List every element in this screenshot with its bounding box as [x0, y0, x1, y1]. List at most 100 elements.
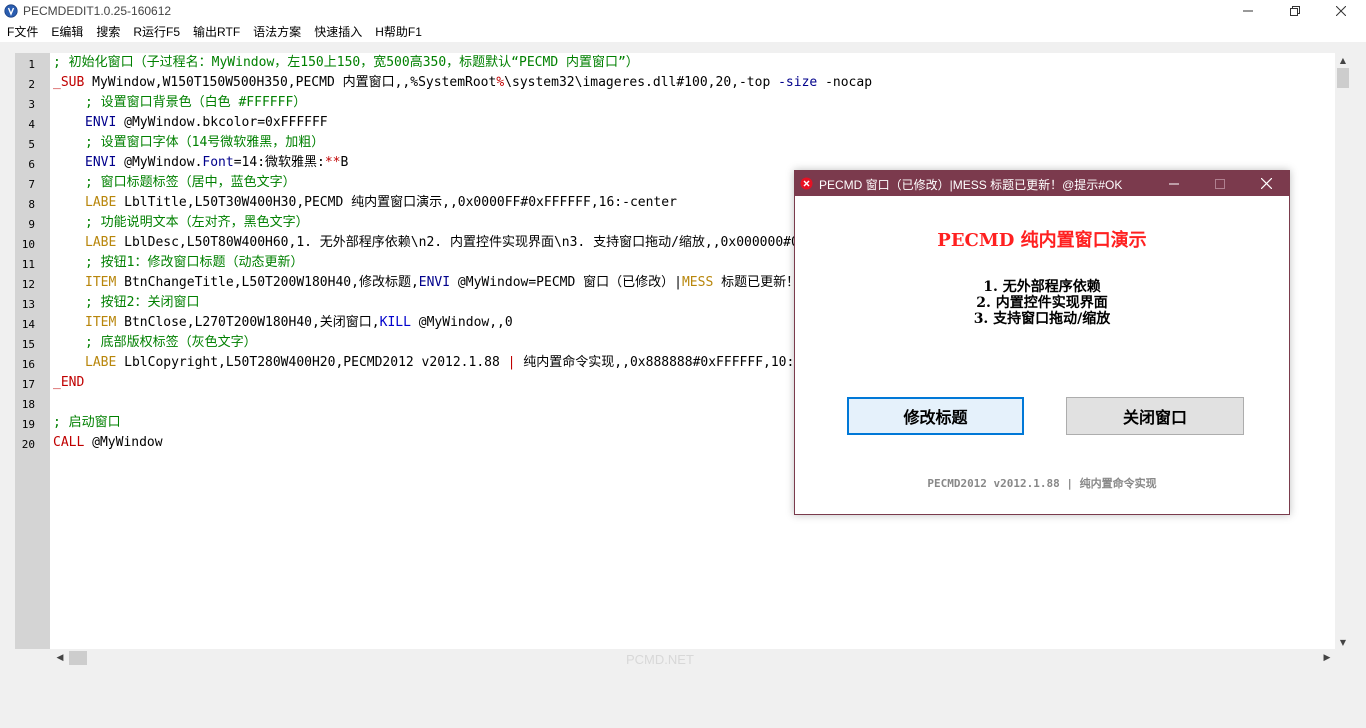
code-line: ; 设置窗口字体（14号微软雅黑，加粗）	[85, 133, 324, 153]
code-line: CALL @MyWindow	[53, 433, 163, 453]
close-window-button[interactable]: 关闭窗口	[1066, 397, 1244, 435]
popup-desc-line: 3. 支持窗口拖动/缩放	[973, 311, 1111, 327]
code-comment: ; 功能说明文本（左对齐，黑色文字）	[85, 215, 309, 230]
scroll-left-button[interactable]: ◀	[52, 649, 68, 667]
code-line: ; 按钮1：修改窗口标题（动态更新）	[85, 253, 303, 273]
line-number: 4	[28, 118, 35, 131]
menu-syntax-scheme[interactable]: 语法方案	[246, 22, 307, 42]
code-comment: ; 窗口标题标签（居中，蓝色文字）	[85, 175, 296, 190]
line-number: 1	[28, 58, 35, 71]
code-text: @MyWindow.bkcolor=0xFFFFFF	[116, 115, 328, 130]
code-keyword: ENVI	[418, 275, 451, 290]
code-line: ; 按钮2：关闭窗口	[85, 293, 199, 313]
change-title-button[interactable]: 修改标题	[847, 397, 1024, 435]
code-keyword: CALL	[53, 435, 85, 450]
popup-heading: PECMD 纯内置窗口演示	[937, 230, 1147, 251]
close-button[interactable]	[1318, 0, 1364, 22]
line-number: 20	[21, 438, 35, 451]
code-text: BtnClose,L270T200W180H40,关闭窗口,	[116, 315, 380, 330]
code-line: ; 功能说明文本（左对齐，黑色文字）	[85, 213, 309, 233]
code-line: ; 设置窗口背景色（白色 #FFFFFF）	[85, 93, 306, 113]
popup-close-button[interactable]	[1243, 171, 1289, 196]
line-number: 10	[21, 238, 35, 251]
code-text: MyWindow,W150T150W500H350,PECMD 内置窗口,,%S…	[84, 75, 497, 90]
code-comment: ; 初始化窗口（子过程名：MyWindow，左150上150，宽500高350，…	[53, 55, 639, 70]
title-bar: PECMDEDIT1.0.25-160612	[0, 0, 1366, 22]
line-number: 7	[28, 178, 35, 191]
menu-quick-insert[interactable]: 快速插入	[307, 22, 368, 42]
code-symbol: %	[496, 75, 505, 90]
scroll-right-button[interactable]: ▶	[1319, 649, 1335, 667]
scroll-down-button[interactable]: ▼	[1335, 635, 1351, 649]
restore-icon	[1290, 6, 1300, 16]
scroll-up-button[interactable]: ▲	[1335, 53, 1351, 67]
popup-minimize-button[interactable]	[1151, 171, 1197, 196]
minimize-button[interactable]	[1225, 0, 1271, 22]
chevron-up-icon: ▲	[1339, 55, 1347, 65]
restore-button[interactable]	[1272, 0, 1318, 22]
code-text: @MyWindow=PECMD 窗口（已修改）|	[450, 275, 682, 290]
code-line: ITEM BtnChangeTitle,L50T200W180H40,修改标题,…	[85, 273, 880, 293]
minimize-icon	[1243, 10, 1253, 12]
line-number: 11	[21, 258, 35, 271]
code-keyword: ITEM	[85, 275, 117, 290]
close-circle-icon	[800, 177, 813, 190]
code-keyword: LABE	[85, 355, 117, 370]
code-option: -size	[778, 75, 818, 90]
popup-maximize-button[interactable]	[1197, 171, 1243, 196]
code-line: _SUB MyWindow,W150T150W500H350,PECMD 内置窗…	[53, 73, 872, 93]
popup-title: PECMD 窗口（已修改）|MESS 标题已更新！@提示#OK	[819, 178, 1123, 192]
code-keyword: KILL	[379, 315, 411, 330]
menu-help[interactable]: H帮助F1	[368, 22, 428, 42]
line-number: 19	[21, 418, 35, 431]
menu-edit[interactable]: E编辑	[44, 22, 89, 42]
menu-export-rtf[interactable]: 输出RTF	[186, 22, 246, 42]
code-keyword: _SUB	[53, 75, 85, 90]
code-keyword: ITEM	[85, 315, 117, 330]
line-number: 16	[21, 358, 35, 371]
line-number: 8	[28, 198, 35, 211]
maximize-icon	[1215, 178, 1225, 189]
code-line: LABE LblTitle,L50T30W400H30,PECMD 纯内置窗口演…	[85, 193, 677, 213]
chevron-down-icon: ▼	[1339, 637, 1347, 647]
line-number: 14	[21, 318, 35, 331]
line-number: 5	[28, 138, 35, 151]
code-keyword: ENVI	[85, 155, 117, 170]
code-text: =14:微软雅黑:	[233, 155, 325, 170]
menu-search[interactable]: 搜索	[89, 22, 126, 42]
code-keyword: ENVI	[85, 115, 117, 130]
menu-bar: F文件 E编辑 搜索 R运行F5 输出RTF 语法方案 快速插入 H帮助F1	[0, 22, 1366, 42]
code-keyword: MESS	[681, 275, 714, 290]
code-line: LABE LblCopyright,L50T280W400H20,PECMD20…	[85, 353, 849, 373]
menu-run[interactable]: R运行F5	[126, 22, 186, 42]
code-comment: ; 底部版权标签（灰色文字）	[85, 335, 257, 350]
vertical-scrollbar[interactable]: ▲ ▼	[1335, 53, 1351, 649]
chevron-left-icon: ◀	[56, 653, 64, 663]
code-text: @MyWindow.	[116, 155, 203, 170]
code-line: ; 窗口标题标签（居中，蓝色文字）	[85, 173, 296, 193]
menu-file[interactable]: F文件	[0, 22, 44, 42]
line-number: 12	[21, 278, 35, 291]
pecmd-popup-window[interactable]: PECMD 窗口（已修改）|MESS 标题已更新！@提示#OK PECMD 纯内…	[794, 170, 1290, 515]
code-text: LblCopyright,L50T280W400H20,PECMD2012 v2…	[116, 355, 508, 370]
code-text: BtnChangeTitle,L50T200W180H40,修改标题,	[116, 275, 419, 290]
vertical-scroll-thumb[interactable]	[1337, 68, 1349, 88]
line-number: 13	[21, 298, 35, 311]
code-text: @MyWindow,,0	[410, 315, 513, 330]
code-text: B	[340, 155, 349, 170]
line-number: 3	[28, 98, 35, 111]
code-comment: ; 按钮1：修改窗口标题（动态更新）	[85, 255, 304, 270]
code-line: ITEM BtnClose,L270T200W180H40,关闭窗口,KILL …	[85, 313, 513, 333]
code-line: LABE LblDesc,L50T80W400H60,1. 无外部程序依赖\n2…	[85, 233, 901, 253]
minimize-icon	[1169, 183, 1179, 184]
code-keyword: LABE	[85, 235, 117, 250]
code-line: ; 底部版权标签（灰色文字）	[85, 333, 257, 353]
horizontal-scroll-thumb[interactable]	[69, 651, 87, 665]
watermark: PCMD.NET	[626, 652, 694, 667]
code-line: ; 初始化窗口（子过程名：MyWindow，左150上150，宽500高350，…	[53, 53, 639, 73]
code-keyword: LABE	[85, 195, 117, 210]
popup-title-bar[interactable]: PECMD 窗口（已修改）|MESS 标题已更新！@提示#OK	[795, 171, 1289, 196]
code-text: @MyWindow	[84, 435, 163, 450]
popup-copyright: PECMD2012 v2012.1.88 | 纯内置命令实现	[927, 477, 1157, 490]
code-text: LblDesc,L50T80W400H60,1. 无外部程序依赖\n2. 内置控…	[116, 235, 901, 250]
